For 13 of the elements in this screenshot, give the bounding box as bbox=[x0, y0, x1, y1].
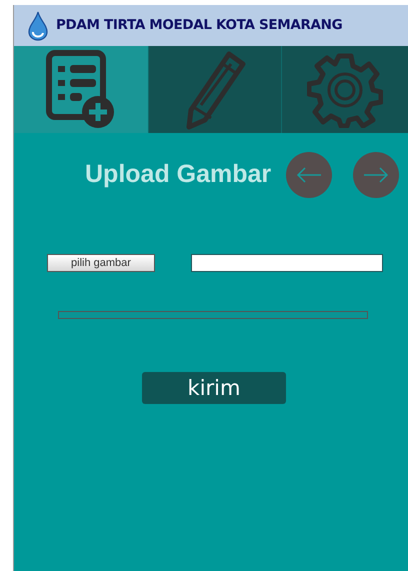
choose-image-button[interactable]: pilih gambar bbox=[47, 254, 155, 272]
app-title: PDAM TIRTA MOEDAL KOTA SEMARANG bbox=[56, 16, 342, 36]
gear-icon bbox=[307, 52, 383, 128]
forward-button[interactable] bbox=[353, 152, 400, 198]
page-title: Upload Gambar bbox=[85, 159, 272, 190]
form-add-icon bbox=[46, 50, 116, 130]
water-drop-icon bbox=[28, 10, 48, 40]
back-button[interactable] bbox=[286, 152, 332, 198]
tab[interactable] bbox=[14, 46, 148, 133]
arrow-left-icon bbox=[296, 167, 322, 183]
file-path-field[interactable] bbox=[191, 254, 383, 272]
arrow-right-icon bbox=[363, 167, 390, 183]
submit-button[interactable]: kirim bbox=[142, 372, 286, 404]
